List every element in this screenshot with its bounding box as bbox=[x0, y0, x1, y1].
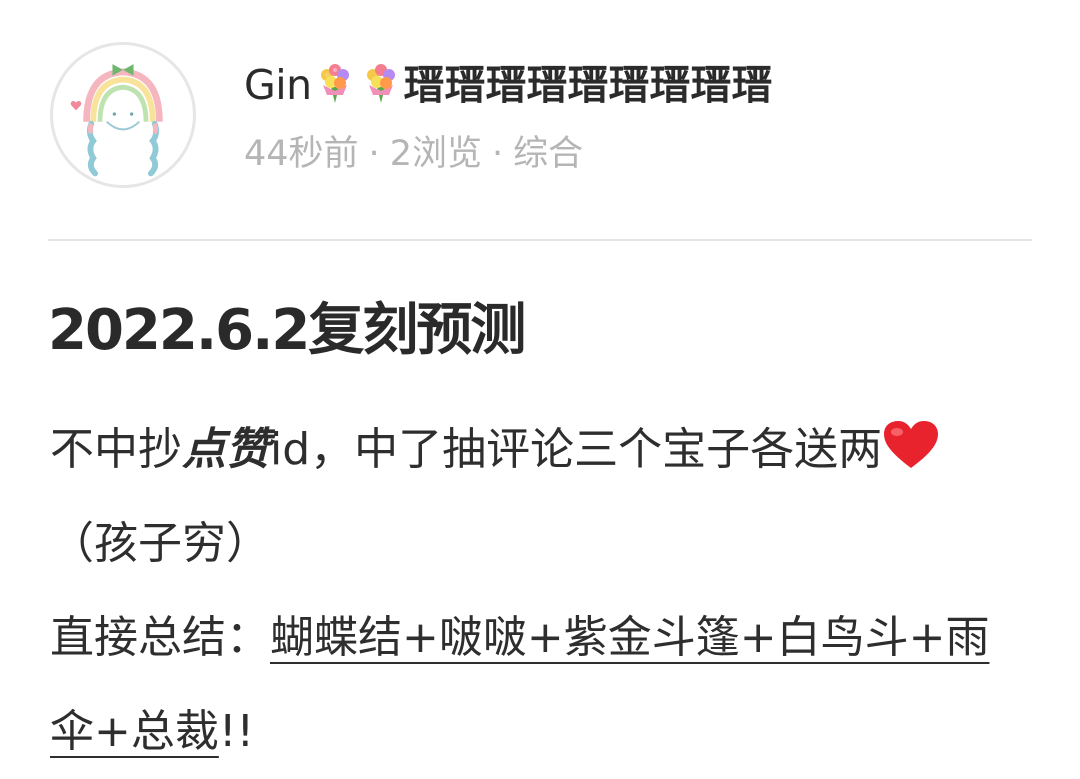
body-emphasis: 点赞 bbox=[182, 424, 270, 475]
view-count: 2浏览 bbox=[389, 134, 482, 174]
separator-dot: · bbox=[491, 134, 504, 174]
avatar-drawing bbox=[70, 64, 163, 177]
post-meta: 44秒前 · 2浏览 · 综合 bbox=[244, 131, 583, 177]
summary-link[interactable]: 伞+总裁 bbox=[50, 706, 219, 757]
body-line-1: 不中抄点赞id，中了抽评论三个宝子各送两 bbox=[50, 403, 1032, 497]
post-time: 44秒前 bbox=[244, 134, 359, 174]
body-line-2: （孩子穷） bbox=[50, 518, 270, 569]
author-name-suffix: 瑨瑨瑨瑨瑨瑨瑨瑨瑨 bbox=[403, 61, 773, 109]
post-category[interactable]: 综合 bbox=[513, 134, 583, 174]
body-text: id，中了抽评论三个宝子各送两 bbox=[270, 424, 883, 475]
bouquet-icon bbox=[320, 64, 349, 103]
summary-label: 直接总结： bbox=[50, 612, 270, 663]
summary-link[interactable]: 蝴蝶结+啵啵+紫金斗篷+白鸟斗+雨 bbox=[270, 612, 989, 663]
body-text: 不中抄 bbox=[50, 424, 182, 475]
post-title: 2022.6.2复刻预测 bbox=[48, 298, 526, 363]
post-body: 不中抄点赞id，中了抽评论三个宝子各送两 （孩子穷） 直接总结：蝴蝶结+啵啵+紫… bbox=[50, 403, 1032, 779]
avatar[interactable] bbox=[50, 42, 196, 188]
summary-tail: !! bbox=[218, 706, 255, 757]
author-name-prefix: Gin bbox=[244, 61, 312, 109]
post-header: Gin 瑨瑨瑨瑨瑨瑨瑨瑨瑨 44秒前 · 2浏览 · 综合 bbox=[0, 0, 1080, 241]
separator-dot: · bbox=[368, 134, 380, 174]
body-line-3: 直接总结：蝴蝶结+啵啵+紫金斗篷+白鸟斗+雨 bbox=[50, 591, 1032, 685]
red-heart-icon bbox=[884, 421, 939, 468]
divider bbox=[48, 239, 1032, 241]
author-name[interactable]: Gin 瑨瑨瑨瑨瑨瑨瑨瑨瑨 bbox=[244, 58, 773, 112]
body-line-4: 伞+总裁!! bbox=[50, 685, 1032, 779]
bouquet-icon bbox=[366, 64, 395, 103]
